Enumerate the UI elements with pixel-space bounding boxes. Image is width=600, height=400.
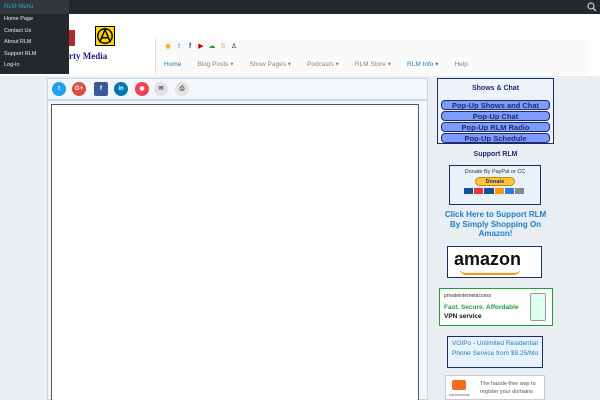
share-facebook-button[interactable]: f xyxy=(94,82,108,96)
menu-about-rlm[interactable]: About RLM xyxy=(0,37,69,49)
donate-button[interactable]: Donate xyxy=(475,177,515,186)
embedded-frame xyxy=(51,104,419,400)
vpn-tagline: Fast. Secure. Affordable xyxy=(444,304,519,311)
share-email-button[interactable]: ✉ xyxy=(154,82,168,96)
amazon-banner[interactable]: amazon xyxy=(447,246,542,278)
menu-log-in[interactable]: Log-In xyxy=(0,60,69,72)
popup-chat-button[interactable]: Pop-Up Chat xyxy=(441,111,550,121)
search-icon[interactable] xyxy=(587,2,597,12)
shows-chat-panel: Shows & Chat Pop-Up Shows and Chat Pop-U… xyxy=(437,78,554,144)
soundcloud-icon[interactable]: ☁ xyxy=(208,43,216,51)
anarchy-icon xyxy=(95,26,115,46)
popup-rlm-radio-button[interactable]: Pop-Up RLM Radio xyxy=(441,122,550,132)
amazon-smile-icon xyxy=(460,269,520,275)
popup-schedule-button[interactable]: Pop-Up Schedule xyxy=(441,133,550,143)
shows-chat-title: Shows & Chat xyxy=(471,85,520,92)
paypal-donate-box: Donate By PayPal or CC Donate xyxy=(449,165,541,205)
site-header: rty Media ◉ t f ▶ ☁ S ♙ Home Blog Posts … xyxy=(0,14,600,76)
voip-text: VOIPo - Unlimited Residential Phone Serv… xyxy=(452,340,538,357)
sidebar: Shows & Chat Pop-Up Shows and Chat Pop-U… xyxy=(437,78,554,400)
social-icons: ◉ t f ▶ ☁ S ♙ xyxy=(164,42,238,52)
nav-show-pages[interactable]: Show Pages ▾ xyxy=(241,57,299,73)
vpn-banner[interactable]: privateinternetaccess Fast. Secure. Affo… xyxy=(439,288,553,326)
namecheap-text: The hassle-free way to register your dom… xyxy=(480,381,536,395)
namecheap-banner[interactable]: namecheap The hassle-free way to registe… xyxy=(445,375,545,400)
menu-home-page[interactable]: Home Page xyxy=(0,14,69,26)
popup-shows-chat-button[interactable]: Pop-Up Shows and Chat xyxy=(441,100,550,110)
voip-banner[interactable]: VOIPo - Unlimited Residential Phone Serv… xyxy=(447,336,543,368)
rlm-menu-dropdown: Home Page Contact Us About RLM Support R… xyxy=(0,14,69,74)
logo-text: rty Media xyxy=(69,51,108,61)
nav-rlm-info[interactable]: RLM Info ▾ xyxy=(399,57,446,73)
share-linkedin-button[interactable]: in xyxy=(114,82,128,96)
linux-icon[interactable]: ♙ xyxy=(230,43,238,51)
amazon-support-link[interactable]: Click Here to Support RLM By Simply Shop… xyxy=(441,210,550,239)
menu-contact-us[interactable]: Contact Us xyxy=(0,26,69,38)
logo-left-mark xyxy=(69,30,75,46)
namecheap-logo-icon xyxy=(452,380,466,390)
twitter-icon[interactable]: t xyxy=(175,43,183,51)
phone-icon xyxy=(530,293,546,321)
menu-support-rlm[interactable]: Support RLM xyxy=(0,49,69,61)
amazon-logo: amazon xyxy=(454,249,522,269)
youtube-icon[interactable]: ▶ xyxy=(197,43,205,51)
share-bar: t G+ f in ◉ ✉ ⎙ xyxy=(47,78,428,100)
nav-help[interactable]: Help xyxy=(446,57,475,73)
share-twitter-button[interactable]: t xyxy=(52,82,66,96)
share-print-button[interactable]: ⎙ xyxy=(175,82,189,96)
share-pocket-button[interactable]: ◉ xyxy=(135,82,149,96)
nav-rlm-store[interactable]: RLM Store ▾ xyxy=(347,57,399,73)
credit-cards-icon xyxy=(464,188,525,194)
nav-podcasts[interactable]: Podcasts ▾ xyxy=(299,57,347,73)
nav-row: Home Blog Posts ▾ Show Pages ▾ Podcasts … xyxy=(156,57,476,73)
namecheap-name: namecheap xyxy=(449,392,470,397)
main-nav: ◉ t f ▶ ☁ S ♙ Home Blog Posts ▾ Show Pag… xyxy=(155,39,588,75)
admin-bar: RLM Menu xyxy=(0,0,600,14)
donate-text: Donate By PayPal or CC xyxy=(464,169,526,175)
support-rlm-title: Support RLM xyxy=(473,151,518,158)
share-googleplus-button[interactable]: G+ xyxy=(72,82,86,96)
vpn-brand: privateinternetaccess xyxy=(444,293,492,299)
nav-home[interactable]: Home xyxy=(156,57,189,73)
vpn-service: VPN service xyxy=(444,313,482,320)
rss-icon[interactable]: ◉ xyxy=(164,43,172,51)
facebook-icon[interactable]: f xyxy=(186,43,194,51)
skype-icon[interactable]: S xyxy=(219,43,227,51)
rlm-menu-toggle[interactable]: RLM Menu xyxy=(0,0,69,14)
site-logo[interactable]: rty Media xyxy=(69,24,133,64)
main-content xyxy=(47,100,428,400)
nav-blog-posts[interactable]: Blog Posts ▾ xyxy=(189,57,241,73)
